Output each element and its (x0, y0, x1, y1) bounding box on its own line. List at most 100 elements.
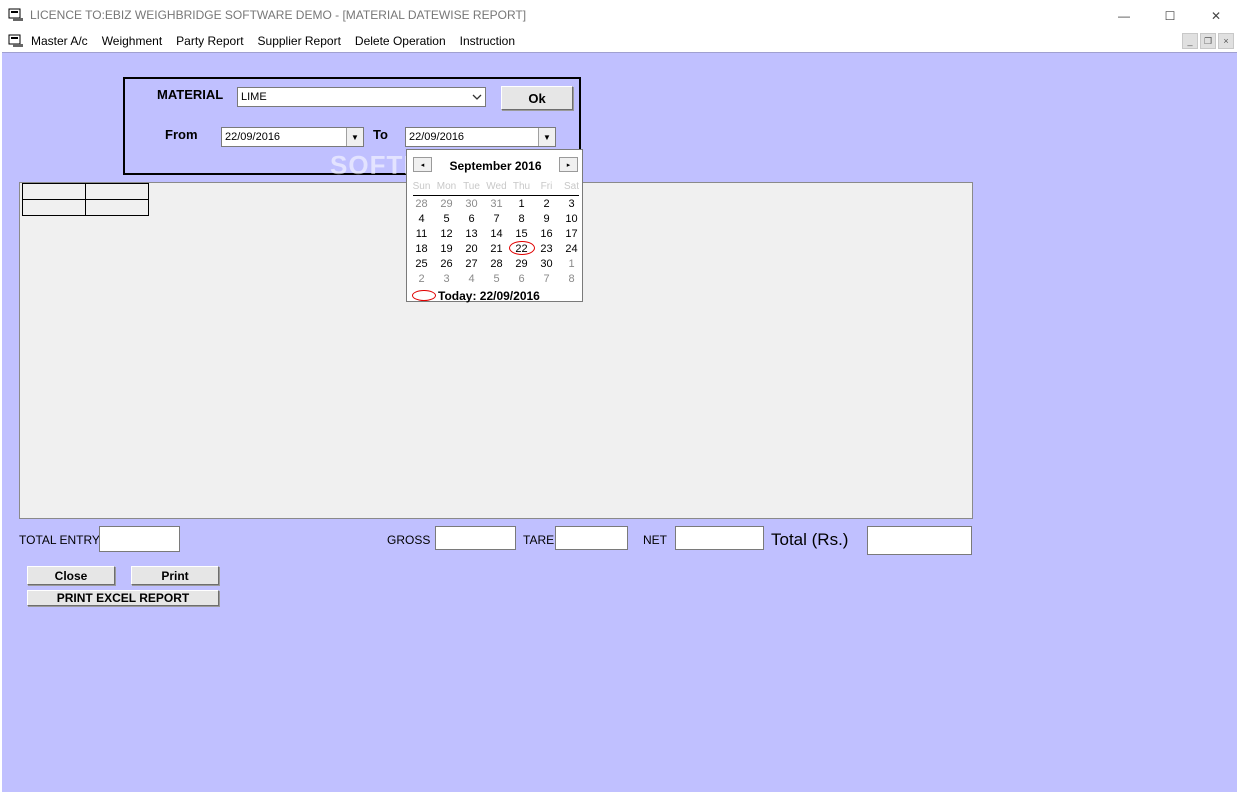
document-icon (8, 34, 23, 47)
calendar-day[interactable]: 25 (409, 258, 434, 270)
calendar-day[interactable]: 17 (559, 228, 584, 240)
grid-header-cell (22, 183, 86, 200)
to-label: To (373, 127, 388, 142)
close-window-button[interactable]: ✕ (1193, 0, 1239, 31)
calendar-day[interactable]: 9 (534, 213, 559, 225)
calendar-day[interactable]: 12 (434, 228, 459, 240)
calendar-day[interactable]: 19 (434, 243, 459, 255)
minimize-icon: _ (1187, 36, 1193, 46)
to-date-value: 22/09/2016 (409, 131, 465, 143)
from-date-value: 22/09/2016 (225, 131, 281, 143)
mdi-close-button[interactable]: × (1218, 33, 1234, 49)
net-label: NET (643, 533, 667, 547)
calendar-day[interactable]: 7 (534, 273, 559, 285)
menu-delete-operation[interactable]: Delete Operation (355, 34, 446, 48)
total-entry-label: TOTAL ENTRY (19, 533, 100, 547)
calendar-separator (413, 195, 579, 196)
grid-header-cell (85, 183, 149, 200)
calendar-day[interactable]: 3 (434, 273, 459, 285)
calendar-dow: Sat (563, 181, 579, 192)
close-icon: ✕ (1210, 8, 1222, 23)
dropdown-arrow-icon[interactable]: ▼ (538, 128, 555, 146)
calendar-dow: Tue (463, 181, 480, 192)
calendar-day[interactable]: 5 (484, 273, 509, 285)
calendar-day[interactable]: 26 (434, 258, 459, 270)
tare-label: TARE (523, 533, 555, 547)
total-rs-label: Total (Rs.) (771, 530, 849, 549)
material-label: MATERIAL (157, 87, 224, 102)
total-entry-field[interactable] (99, 526, 180, 552)
calendar-day[interactable]: 23 (534, 243, 559, 255)
close-button[interactable]: Close (27, 566, 115, 585)
calendar-day[interactable]: 8 (509, 213, 534, 225)
minimize-icon: — (1118, 8, 1130, 23)
calendar-day[interactable]: 3 (559, 198, 584, 210)
calendar-next-button[interactable]: ▸ (559, 157, 578, 172)
net-field[interactable] (675, 526, 764, 550)
calendar-day[interactable]: 6 (459, 213, 484, 225)
calendar-day[interactable]: 11 (409, 228, 434, 240)
mdi-restore-button[interactable]: ❐ (1200, 33, 1216, 49)
report-form: MATERIAL LIME Ok From 22/09/2016 ▼ To 22… (2, 52, 1237, 792)
maximize-button[interactable]: ☐ (1147, 0, 1193, 31)
menu-supplier-report[interactable]: Supplier Report (258, 34, 341, 48)
calendar-dow: Sun (412, 181, 431, 192)
material-select[interactable]: LIME (237, 87, 486, 107)
print-button[interactable]: Print (131, 566, 219, 585)
calendar-day[interactable]: 8 (559, 273, 584, 285)
calendar-day[interactable]: 20 (459, 243, 484, 255)
minimize-button[interactable]: — (1101, 0, 1147, 31)
calendar-day[interactable]: 21 (484, 243, 509, 255)
calendar-day[interactable]: 16 (534, 228, 559, 240)
grid-cell[interactable] (22, 199, 86, 216)
calendar-day[interactable]: 14 (484, 228, 509, 240)
calendar-day[interactable]: 29 (434, 198, 459, 210)
calendar-day[interactable]: 18 (409, 243, 434, 255)
calendar-day[interactable]: 30 (459, 198, 484, 210)
calendar-dow: Mon (436, 181, 457, 192)
menu-instruction[interactable]: Instruction (460, 34, 515, 48)
calendar-day[interactable]: 15 (509, 228, 534, 240)
calendar-day[interactable]: 2 (534, 198, 559, 210)
calendar-day[interactable]: 5 (434, 213, 459, 225)
calendar-day[interactable]: 28 (484, 258, 509, 270)
calendar-day[interactable]: 28 (409, 198, 434, 210)
menu-master-ac[interactable]: Master A/c (31, 34, 88, 48)
calendar-day[interactable]: 1 (559, 258, 584, 270)
gross-field[interactable] (435, 526, 516, 550)
total-rs-field[interactable] (867, 526, 972, 555)
to-date-picker[interactable]: 22/09/2016 ▼ (405, 127, 556, 147)
calendar-day[interactable]: 29 (509, 258, 534, 270)
calendar-day[interactable]: 27 (459, 258, 484, 270)
calendar-day[interactable]: 6 (509, 273, 534, 285)
menu-party-report[interactable]: Party Report (176, 34, 243, 48)
mdi-minimize-button[interactable]: _ (1182, 33, 1198, 49)
calendar-dow: Thu (512, 181, 531, 192)
calendar-month-title: September 2016 (449, 159, 542, 173)
calendar-day[interactable]: 1 (509, 198, 534, 210)
from-date-picker[interactable]: 22/09/2016 ▼ (221, 127, 364, 147)
print-excel-report-button[interactable]: PRINT EXCEL REPORT (27, 590, 219, 606)
material-value: LIME (241, 91, 267, 103)
grid-cell[interactable] (85, 199, 149, 216)
calendar-prev-button[interactable]: ◂ (413, 157, 432, 172)
dropdown-arrow-icon[interactable]: ▼ (346, 128, 363, 146)
menu-weighment[interactable]: Weighment (102, 34, 162, 48)
calendar-day[interactable]: 31 (484, 198, 509, 210)
calendar-day[interactable]: 4 (459, 273, 484, 285)
tare-field[interactable] (555, 526, 628, 550)
calendar-day[interactable]: 24 (559, 243, 584, 255)
chevron-down-icon[interactable] (468, 88, 485, 106)
gross-label: GROSS (387, 533, 431, 547)
calendar-day[interactable]: 30 (534, 258, 559, 270)
calendar-day[interactable]: 4 (409, 213, 434, 225)
from-label: From (165, 127, 198, 142)
calendar-day[interactable]: 2 (409, 273, 434, 285)
menu-bar: Master A/c Weighment Party Report Suppli… (0, 31, 1239, 51)
calendar-day[interactable]: 10 (559, 213, 584, 225)
calendar-day[interactable]: 13 (459, 228, 484, 240)
window-title: LICENCE TO:EBIZ WEIGHBRIDGE SOFTWARE DEM… (30, 8, 527, 22)
ok-button[interactable]: Ok (501, 86, 573, 110)
calendar-today[interactable]: Today: 22/09/2016 (438, 289, 540, 303)
calendar-day[interactable]: 7 (484, 213, 509, 225)
